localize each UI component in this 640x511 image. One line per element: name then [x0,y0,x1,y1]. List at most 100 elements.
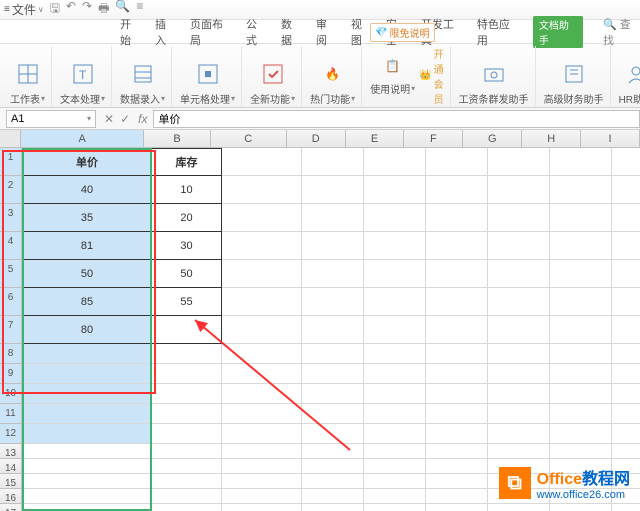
cell-D8[interactable] [302,344,364,364]
fx-icon[interactable]: fx [138,112,147,126]
tab-data[interactable]: 数据 [281,16,302,48]
cell-F1[interactable] [426,148,488,176]
col-header-I[interactable]: I [581,130,640,147]
cell-D9[interactable] [302,364,364,384]
row-header-14[interactable]: 14 [0,459,22,474]
ribbon-data-entry[interactable]: 数据录入▾ [114,46,172,106]
cell-E2[interactable] [364,176,426,204]
cell-A12[interactable] [22,424,152,444]
cell-E1[interactable] [364,148,426,176]
cell-F10[interactable] [426,384,488,404]
cell-G8[interactable] [488,344,550,364]
cell-C14[interactable] [222,459,302,474]
spreadsheet-grid[interactable]: ABCDEFGHI 123456789101112131415161718192… [0,130,640,511]
ribbon-cell[interactable]: 单元格处理▾ [174,46,242,106]
cell-E16[interactable] [364,489,426,504]
cell-H3[interactable] [550,204,612,232]
cell-I1[interactable] [612,148,640,176]
cell-B2[interactable]: 10 [152,176,222,204]
cell-C17[interactable] [222,504,302,511]
cell-F8[interactable] [426,344,488,364]
cell-I6[interactable] [612,288,640,316]
cell-D16[interactable] [302,489,364,504]
cell-E14[interactable] [364,459,426,474]
row-header-16[interactable]: 16 [0,489,22,504]
cell-A8[interactable] [22,344,152,364]
cell-C12[interactable] [222,424,302,444]
cell-E10[interactable] [364,384,426,404]
cell-F15[interactable] [426,474,488,489]
col-header-G[interactable]: G [463,130,522,147]
name-box[interactable]: A1▾ [6,110,96,128]
cell-H9[interactable] [550,364,612,384]
cell-I8[interactable] [612,344,640,364]
cell-C9[interactable] [222,364,302,384]
cell-E17[interactable] [364,504,426,511]
tab-start[interactable]: 开始 [120,16,141,48]
cell-G4[interactable] [488,232,550,260]
cell-C5[interactable] [222,260,302,288]
row-header-12[interactable]: 12 [0,424,22,444]
cell-D3[interactable] [302,204,364,232]
cell-D6[interactable] [302,288,364,316]
cell-A16[interactable] [22,489,152,504]
cell-B9[interactable] [152,364,222,384]
cell-F7[interactable] [426,316,488,344]
cell-D11[interactable] [302,404,364,424]
row-header-11[interactable]: 11 [0,404,22,424]
cell-G9[interactable] [488,364,550,384]
cell-C1[interactable] [222,148,302,176]
cell-A13[interactable] [22,444,152,459]
cell-B17[interactable] [152,504,222,511]
cell-F13[interactable] [426,444,488,459]
col-header-D[interactable]: D [287,130,346,147]
cell-F4[interactable] [426,232,488,260]
row-header-7[interactable]: 7 [0,316,22,344]
row-header-2[interactable]: 2 [0,176,22,204]
cell-I4[interactable] [612,232,640,260]
col-header-B[interactable]: B [144,130,210,147]
cell-C16[interactable] [222,489,302,504]
cell-A17[interactable] [22,504,152,511]
tab-view[interactable]: 视图 [351,16,372,48]
cell-H10[interactable] [550,384,612,404]
cell-F16[interactable] [426,489,488,504]
cell-C8[interactable] [222,344,302,364]
cell-E4[interactable] [364,232,426,260]
cell-F6[interactable] [426,288,488,316]
row-header-13[interactable]: 13 [0,444,22,459]
cell-E7[interactable] [364,316,426,344]
cell-G7[interactable] [488,316,550,344]
confirm-icon[interactable]: ✓ [120,112,130,126]
cell-A7[interactable]: 80 [22,316,152,344]
cell-E9[interactable] [364,364,426,384]
tab-review[interactable]: 审阅 [316,16,337,48]
cell-A14[interactable] [22,459,152,474]
cell-B15[interactable] [152,474,222,489]
cell-G17[interactable] [488,504,550,511]
cell-G3[interactable] [488,204,550,232]
row-header-15[interactable]: 15 [0,474,22,489]
cell-G2[interactable] [488,176,550,204]
cell-B14[interactable] [152,459,222,474]
cell-H1[interactable] [550,148,612,176]
cell-B12[interactable] [152,424,222,444]
cell-D10[interactable] [302,384,364,404]
cell-B16[interactable] [152,489,222,504]
cell-F14[interactable] [426,459,488,474]
tab-special[interactable]: 特色应用 [477,16,519,48]
row-header-8[interactable]: 8 [0,344,22,364]
cell-B7[interactable] [152,316,222,344]
cell-E8[interactable] [364,344,426,364]
cell-F3[interactable] [426,204,488,232]
cell-D12[interactable] [302,424,364,444]
cell-B4[interactable]: 30 [152,232,222,260]
cell-C13[interactable] [222,444,302,459]
cell-H5[interactable] [550,260,612,288]
cell-I11[interactable] [612,404,640,424]
cell-D13[interactable] [302,444,364,459]
col-header-A[interactable]: A [21,130,144,147]
cell-H2[interactable] [550,176,612,204]
print-icon[interactable]: 🖶 [98,0,109,20]
cell-G13[interactable] [488,444,550,459]
